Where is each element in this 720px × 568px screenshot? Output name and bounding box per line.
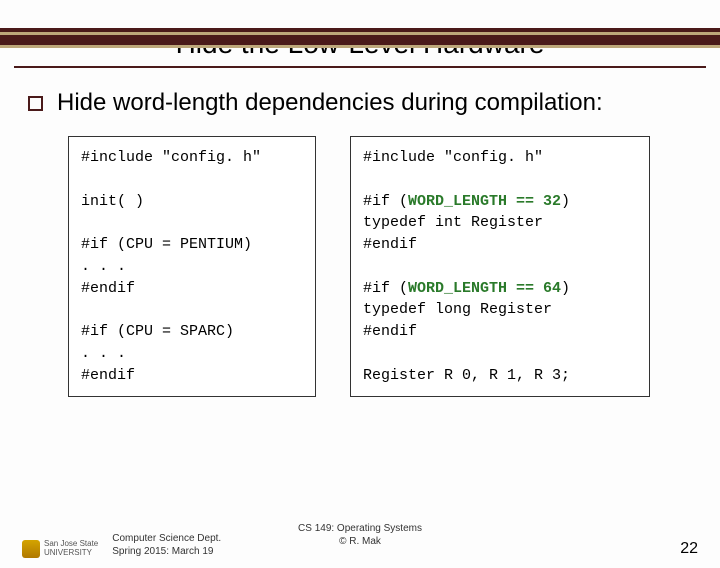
logo-line2: UNIVERSITY — [44, 549, 98, 558]
lead-text: Hide word-length dependencies during com… — [57, 88, 603, 118]
footer-author: © R. Mak — [298, 535, 422, 548]
decorative-top-bars — [0, 28, 720, 48]
logo-icon — [22, 540, 40, 558]
footer-course: CS 149: Operating Systems — [298, 522, 422, 535]
code-box-left: #include "config. h" init( ) #if (CPU = … — [68, 136, 316, 397]
footer-term: Spring 2015: March 19 — [112, 545, 221, 558]
code-box-right: #include "config. h" #if (WORD_LENGTH ==… — [350, 136, 650, 397]
page-number: 22 — [680, 540, 698, 558]
logo-line1: San Jose State — [44, 540, 98, 549]
footer-dept: Computer Science Dept. — [112, 532, 221, 545]
university-logo: San Jose State UNIVERSITY — [22, 540, 98, 558]
bullet-icon — [28, 96, 43, 111]
